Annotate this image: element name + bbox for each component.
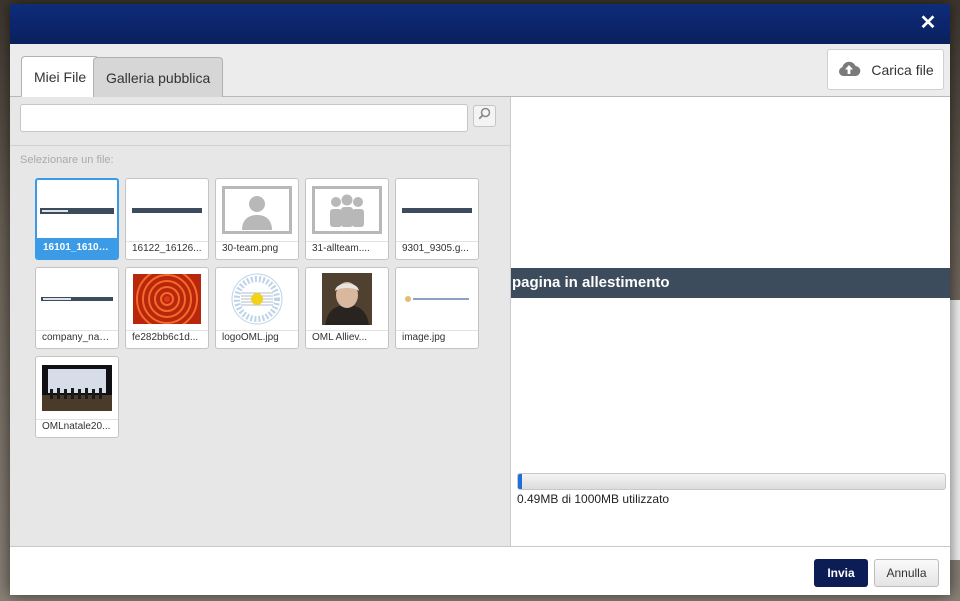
- file-thumbnail: [126, 179, 208, 242]
- file-thumbnail: [306, 268, 388, 331]
- file-item[interactable]: OMLnatale20...: [35, 356, 119, 438]
- file-thumbnail: [396, 179, 478, 242]
- file-thumbnail: [37, 180, 117, 243]
- logo-strip-image: [405, 296, 469, 302]
- search-input[interactable]: [20, 104, 468, 132]
- file-name: image.jpg: [402, 332, 446, 343]
- file-thumbnail: [306, 179, 388, 242]
- file-name: OML Alliev...: [312, 332, 368, 343]
- storage-quota-text: 0.49MB di 1000MB utilizzato: [517, 492, 670, 506]
- file-thumbnail: [216, 268, 298, 331]
- file-manager-dialog: ✕ Miei File Galleria pubblica Carica fil…: [10, 4, 950, 595]
- file-name: 9301_9305.g...: [402, 243, 469, 254]
- oml-logo: [231, 273, 283, 325]
- storage-quota-bar: [517, 473, 946, 490]
- file-name: logoOML.jpg: [222, 332, 279, 343]
- preview-panel: pagina in allestimento 0.49MB di 1000MB …: [511, 97, 950, 547]
- concert-photo: [42, 365, 112, 411]
- portrait-photo: [322, 273, 372, 325]
- file-thumbnail: [36, 268, 118, 331]
- select-file-label: Selezionare un file:: [20, 154, 114, 166]
- file-item[interactable]: 30-team.png: [215, 178, 299, 260]
- tab-public-gallery[interactable]: Galleria pubblica: [93, 57, 224, 97]
- dialog-body: Selezionare un file: 16101_16105... 1612…: [10, 97, 950, 547]
- file-item[interactable]: logoOML.jpg: [215, 267, 299, 349]
- upload-file-button[interactable]: Carica file: [827, 49, 944, 90]
- search-row: [10, 97, 510, 146]
- file-name: 16122_16126...: [132, 243, 202, 254]
- file-name: company_nam...: [42, 332, 116, 343]
- close-icon[interactable]: ✕: [918, 13, 938, 33]
- preview-banner: pagina in allestimento: [511, 268, 950, 298]
- tab-bar: Miei File Galleria pubblica Carica file: [10, 44, 950, 97]
- send-button[interactable]: Invia: [814, 559, 868, 587]
- magnifier-icon: [478, 107, 491, 125]
- search-button[interactable]: [473, 105, 496, 127]
- file-item[interactable]: OML Alliev...: [305, 267, 389, 349]
- cloud-upload-icon: [837, 59, 861, 80]
- file-name: fe282bb6c1d...: [132, 332, 199, 343]
- cancel-button[interactable]: Annulla: [874, 559, 939, 587]
- file-item[interactable]: 31-allteam....: [305, 178, 389, 260]
- file-thumbnail: [216, 179, 298, 242]
- dialog-titlebar: ✕: [10, 4, 950, 44]
- file-name: 30-team.png: [222, 243, 279, 254]
- dialog-footer: Invia Annulla: [10, 546, 950, 595]
- tab-my-files[interactable]: Miei File: [21, 56, 100, 97]
- storage-quota-fill: [518, 474, 523, 489]
- upload-file-label: Carica file: [871, 61, 934, 78]
- person-placeholder-icon: [222, 186, 292, 234]
- file-thumbnail: [126, 268, 208, 331]
- file-item[interactable]: 16101_16105...: [35, 178, 119, 260]
- file-thumbnail: [396, 268, 478, 331]
- file-item[interactable]: 9301_9305.g...: [395, 178, 479, 260]
- group-placeholder-icon: [312, 186, 382, 234]
- file-browser-panel: Selezionare un file: 16101_16105... 1612…: [10, 97, 511, 547]
- file-item[interactable]: fe282bb6c1d...: [125, 267, 209, 349]
- flower-photo: [133, 274, 201, 324]
- file-item[interactable]: image.jpg: [395, 267, 479, 349]
- file-name: 16101_16105...: [37, 238, 117, 258]
- file-item[interactable]: 16122_16126...: [125, 178, 209, 260]
- file-item[interactable]: company_nam...: [35, 267, 119, 349]
- file-thumbnail: [36, 357, 118, 420]
- file-name: OMLnatale20...: [42, 421, 111, 432]
- file-name: 31-allteam....: [312, 243, 370, 254]
